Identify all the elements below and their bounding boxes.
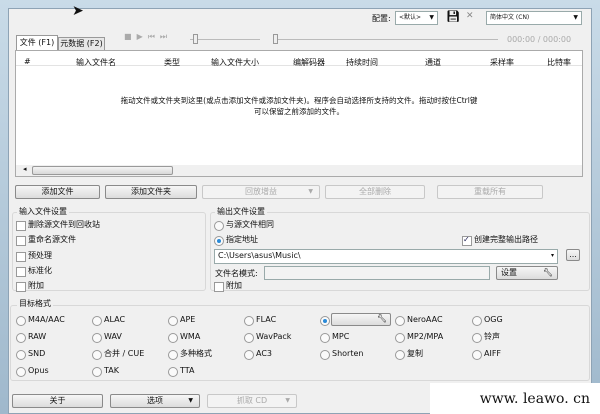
scrollbar-thumb[interactable] (32, 166, 173, 175)
transport-controls: ■▶⏮⏭ (124, 32, 172, 42)
format-radio-neroaac[interactable]: NeroAAC (395, 315, 443, 326)
format-radio-mp2-mpa[interactable]: MP2/MPA (395, 332, 443, 343)
format-radio--[interactable]: 铃声 (472, 332, 500, 343)
chevron-down-icon: ▼ (188, 397, 193, 404)
filename-pattern-label: 文件名模式: (215, 269, 258, 278)
column-type[interactable]: 类型 (164, 57, 180, 68)
format-radio-ape[interactable]: APE (168, 315, 195, 326)
options-button[interactable]: 选项 ▼ (110, 394, 200, 408)
append-output-checkbox[interactable]: 附加 (214, 281, 242, 292)
time-display: 000:00 / 000:00 (507, 35, 572, 44)
chevron-down-icon: ▼ (573, 14, 578, 21)
add-folder-button[interactable]: 添加文件夹 (105, 185, 197, 199)
browse-button[interactable]: ... (566, 249, 580, 261)
delete-all-button[interactable]: 全部删除 (325, 185, 425, 199)
format-radio-wavpack[interactable]: WavPack (244, 332, 291, 343)
drop-hint: 拖动文件或文件夹到这里(或点击添加文件或添加文件夹)。程序会自动选择所支持的文件… (16, 95, 582, 117)
add-file-button[interactable]: 添加文件 (15, 185, 100, 199)
rip-cd-button[interactable]: 抓取 CD ▼ (207, 394, 297, 408)
play-icon[interactable]: ▶ (137, 32, 148, 41)
volume-slider[interactable] (190, 39, 260, 40)
format-radio-m4a-aac[interactable]: M4A/AAC (16, 315, 65, 326)
format-radio-aiff[interactable]: AIFF (472, 349, 501, 360)
format-radio-ogg[interactable]: OGG (472, 315, 503, 326)
save-icon[interactable]: 💾︎ (446, 10, 460, 23)
watermark: www. leawo. cn (430, 383, 600, 414)
specify-path-radio[interactable]: 指定地址 (214, 235, 258, 246)
input-settings-title: 输入文件设置 (17, 206, 69, 217)
format-radio-tta[interactable]: TTA (168, 366, 194, 377)
output-path-value: C:\Users\asus\Music\ (218, 251, 301, 260)
column-size[interactable]: 输入文件大小 (211, 57, 259, 68)
format-radio-wav[interactable]: WAV (92, 332, 122, 343)
tab-metadata[interactable]: 元数据 (F2) (58, 37, 105, 50)
config-value: <默认> (399, 14, 422, 21)
format-radio-flac[interactable]: FLAC (244, 315, 276, 326)
format-radio-alac[interactable]: ALAC (92, 315, 125, 326)
drop-hint-line: 可以保留之前添加的文件。 (254, 107, 344, 116)
column-samplerate[interactable]: 采样率 (490, 57, 514, 68)
mouse-cursor-icon: ➤ (72, 3, 84, 19)
settings-button[interactable]: 设置 🔧︎ (496, 266, 558, 280)
format-radio-wma[interactable]: WMA (168, 332, 200, 343)
chevron-down-icon: ▼ (429, 14, 434, 21)
format-radio--[interactable]: 多种格式 (168, 349, 212, 360)
rename-source-checkbox[interactable]: 重命名源文件 (16, 235, 76, 246)
mp3-config-button[interactable]: 🔧︎ (331, 313, 391, 326)
format-radio-raw[interactable]: RAW (16, 332, 46, 343)
append-input-checkbox[interactable]: 附加 (16, 281, 44, 292)
create-full-path-checkbox[interactable]: 创建完整输出路径 (462, 235, 538, 246)
format-radio-tak[interactable]: TAK (92, 366, 119, 377)
format-radio--cue[interactable]: 合并 / CUE (92, 349, 144, 360)
format-radio-snd[interactable]: SND (16, 349, 45, 360)
delete-source-checkbox[interactable]: 删除源文件到回收站 (16, 220, 100, 231)
drop-hint-line: 拖动文件或文件夹到这里(或点击添加文件或添加文件夹)。程序会自动选择所支持的文件… (120, 96, 478, 105)
target-format-title: 目标格式 (17, 298, 53, 309)
output-settings-title: 输出文件设置 (215, 206, 267, 217)
column-number[interactable]: # (24, 57, 31, 66)
seek-slider-thumb[interactable] (273, 34, 278, 44)
previous-icon[interactable]: ⏮ (148, 32, 160, 41)
seek-slider[interactable] (275, 39, 498, 40)
column-duration[interactable]: 持续时间 (346, 57, 378, 68)
reload-all-button[interactable]: 重载所有 (437, 185, 543, 199)
replay-gain-button[interactable]: 回放增益 ▼ (202, 185, 320, 199)
chevron-down-icon: ▼ (285, 397, 290, 404)
config-label: 配置: (372, 14, 391, 23)
format-radio--[interactable]: 复制 (395, 349, 423, 360)
stop-icon[interactable]: ■ (124, 32, 137, 41)
rip-cd-label: 抓取 CD (236, 396, 268, 405)
chevron-down-icon: ▾ (550, 252, 554, 259)
format-radio-ac3[interactable]: AC3 (244, 349, 272, 360)
tab-files[interactable]: 文件 (F1) (16, 35, 58, 51)
close-icon[interactable]: ✕ (466, 11, 474, 21)
settings-label: 设置 (501, 268, 517, 277)
format-radio-shorten[interactable]: Shorten (320, 349, 363, 360)
same-as-source-radio[interactable]: 与源文件相同 (214, 220, 274, 231)
language-dropdown[interactable]: 简体中文 (CN) ▼ (486, 11, 582, 25)
column-bitrate[interactable]: 比特率 (547, 57, 571, 68)
about-button[interactable]: 关于 (12, 394, 103, 408)
wrench-icon: 🔧︎ (376, 314, 387, 323)
column-codec[interactable]: 编解码器 (293, 57, 325, 68)
format-radio-mpc[interactable]: MPC (320, 332, 349, 343)
normalize-checkbox[interactable]: 标准化 (16, 266, 52, 277)
volume-slider-thumb[interactable] (193, 34, 198, 44)
wrench-icon: 🔧︎ (542, 268, 553, 277)
options-label: 选项 (147, 396, 163, 405)
format-radio-opus[interactable]: Opus (16, 366, 49, 377)
column-channels[interactable]: 通道 (425, 57, 441, 68)
replay-gain-label: 回放增益 (245, 187, 277, 196)
scroll-left-icon[interactable]: ◂ (23, 165, 27, 173)
next-icon[interactable]: ⏭ (160, 32, 172, 41)
filename-pattern-input[interactable] (264, 266, 490, 280)
column-filename[interactable]: 输入文件名 (76, 57, 116, 68)
language-value: 简体中文 (CN) (490, 14, 530, 21)
config-dropdown[interactable]: <默认> ▼ (395, 11, 438, 25)
output-path-combo[interactable]: C:\Users\asus\Music\ ▾ (214, 249, 558, 264)
preprocess-checkbox[interactable]: 预处理 (16, 251, 52, 262)
chevron-down-icon: ▼ (308, 188, 313, 195)
